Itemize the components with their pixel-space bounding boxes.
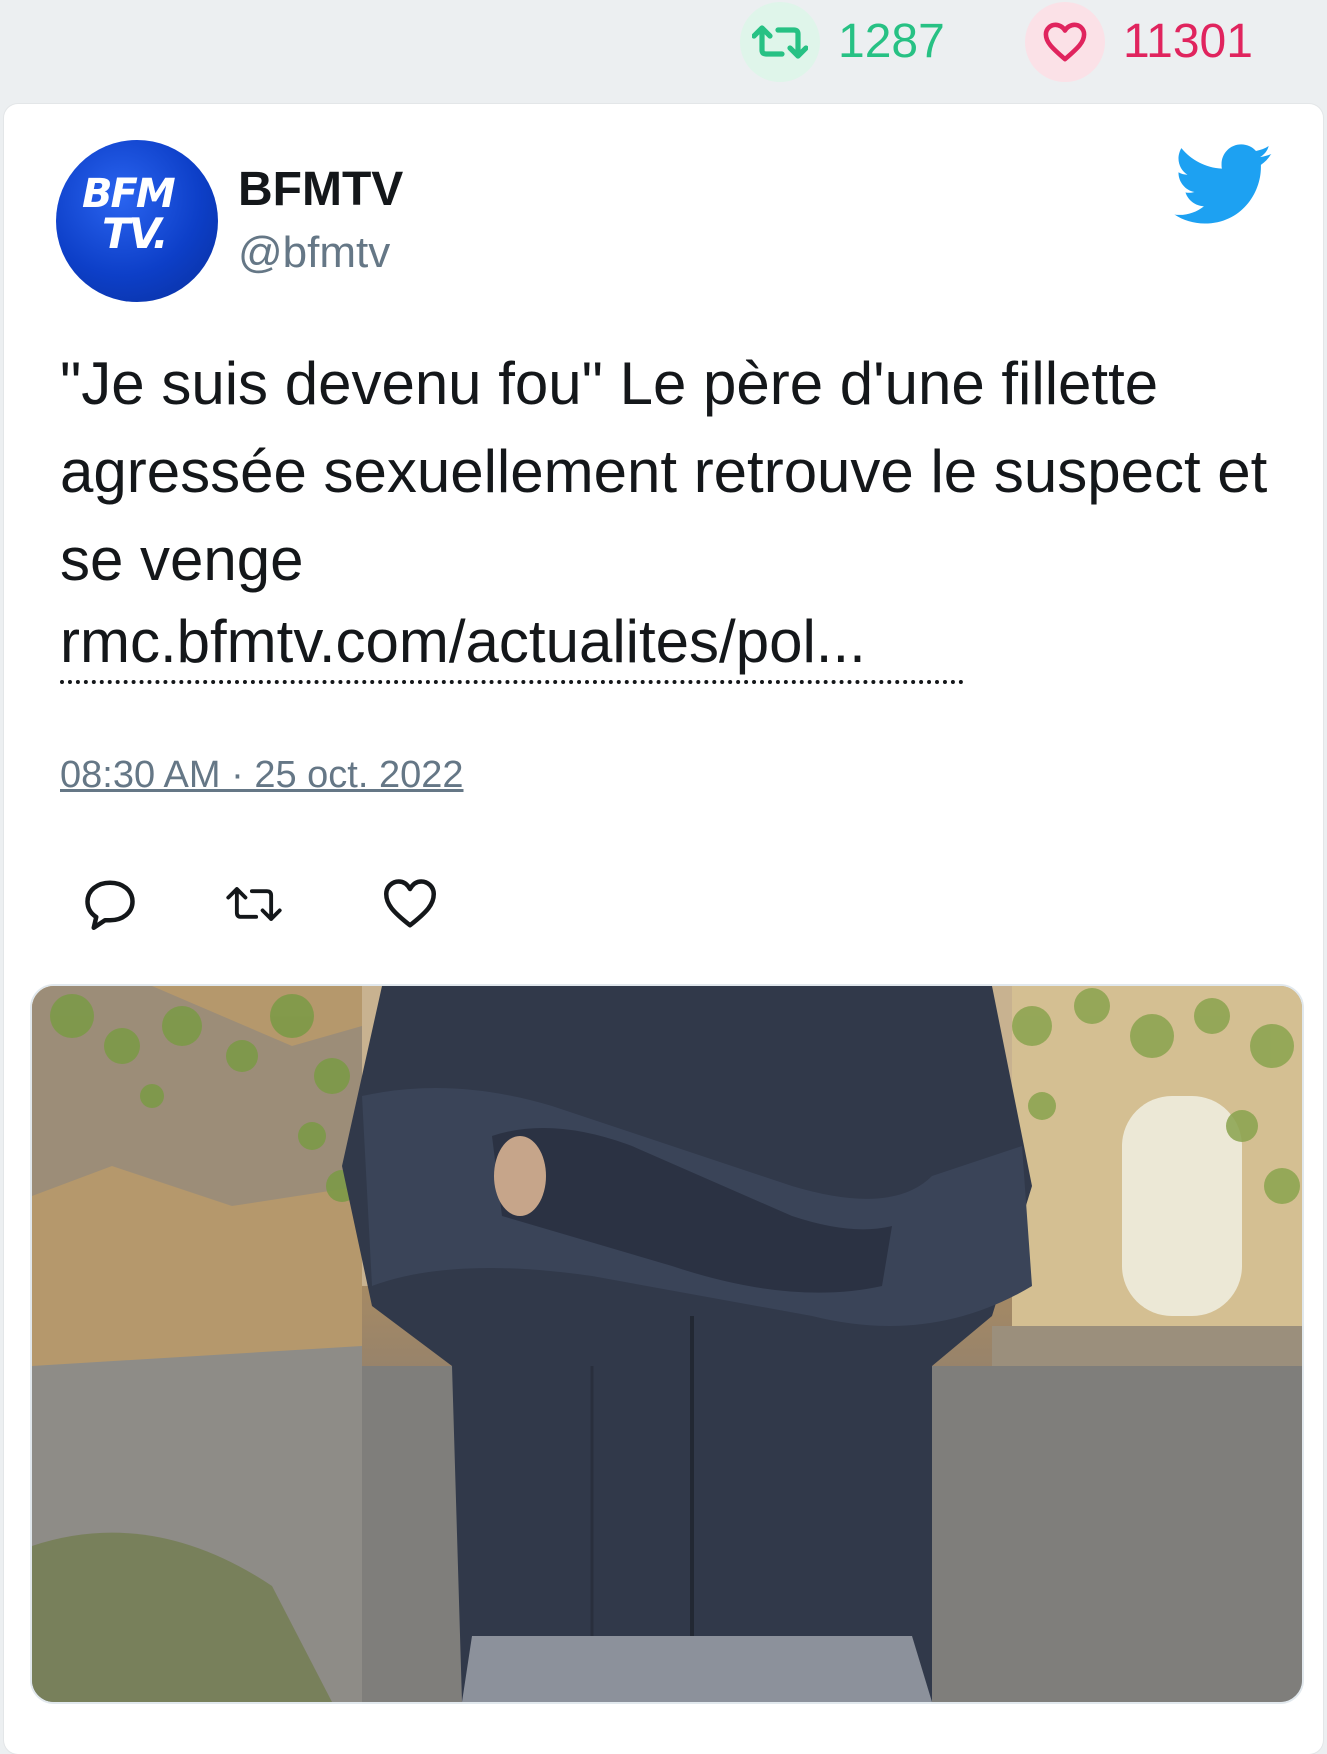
tweet-text: "Je suis devenu fou" Le père d'une fille… [60,340,1290,684]
photo-illustration [32,986,1302,1702]
tweet-timestamp[interactable]: 08:30 AM · 25 oct. 2022 [60,754,464,797]
twitter-bird-icon[interactable] [1174,144,1274,226]
engagement-stats: 1287 11301 [0,0,1327,100]
reply-icon[interactable] [80,874,140,934]
heart-icon[interactable] [1025,2,1105,82]
author-handle[interactable]: @bfmtv [238,228,390,278]
avatar[interactable]: BFM TV. [56,140,218,302]
retweet-icon[interactable] [224,874,284,934]
retweet-count-value: 1287 [838,15,945,68]
retweet-count[interactable]: 1287 [740,0,945,84]
like-count[interactable]: 11301 [1025,0,1253,84]
heart-icon[interactable] [380,874,440,934]
like-count-value: 11301 [1123,15,1253,68]
tweet-link[interactable]: rmc.bfmtv.com/actualites/pol... [60,604,964,684]
tweet-media-photo[interactable] [30,984,1304,1704]
tweet-card: BFM TV. BFMTV @bfmtv "Je suis devenu fou… [4,104,1323,1754]
retweet-icon[interactable] [740,2,820,82]
bfmtv-logo: BFM TV. [82,171,176,258]
author-name[interactable]: BFMTV [238,162,403,217]
tweet-body: "Je suis devenu fou" Le père d'une fille… [60,350,1268,593]
